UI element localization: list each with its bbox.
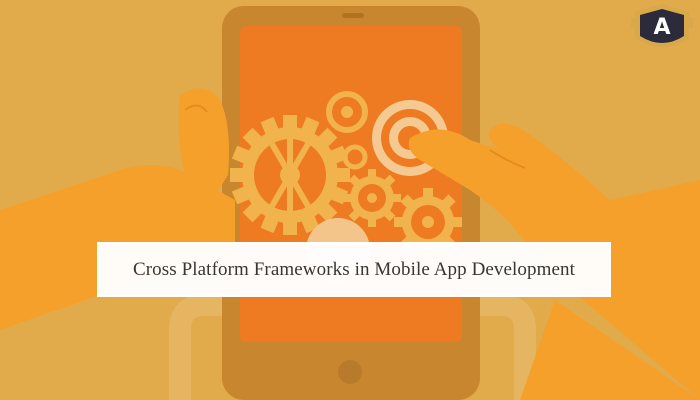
- logo-badge[interactable]: A: [631, 4, 693, 56]
- logo-letter: A: [653, 15, 671, 40]
- illustration: [0, 4, 700, 400]
- banner-title: Cross Platform Frameworks in Mobile App …: [132, 258, 576, 280]
- tablet-home-button: [338, 360, 362, 384]
- gear-icon: [343, 169, 401, 227]
- title-banner: Cross Platform Frameworks in Mobile App …: [97, 242, 611, 297]
- banner-image: A Cross Platform Frameworks in Mobile Ap…: [0, 0, 700, 400]
- tablet-speaker: [342, 13, 364, 18]
- gear-icon: [230, 115, 350, 235]
